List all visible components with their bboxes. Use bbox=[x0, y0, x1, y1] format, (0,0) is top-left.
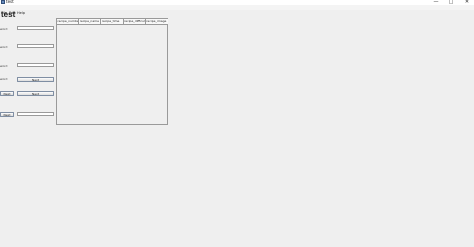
page-heading: test bbox=[1, 10, 16, 19]
next-button-row4[interactable]: Next bbox=[17, 77, 54, 82]
text-field-1[interactable] bbox=[17, 26, 54, 30]
next-button-row5-left[interactable]: Next bbox=[0, 91, 14, 96]
app-window: test — □ ✕ File Edit Help test word word… bbox=[0, 0, 474, 247]
form-label-4: word bbox=[0, 77, 8, 81]
column-header-recipe-difficulty[interactable]: recipe_difficulty bbox=[124, 19, 146, 24]
form-label-3: word bbox=[0, 64, 8, 68]
column-header-recipe-image[interactable]: recipe_image bbox=[146, 19, 168, 24]
column-header-recipe-number[interactable]: recipe_number bbox=[57, 19, 80, 24]
form-label-1: word bbox=[0, 27, 8, 31]
table-header: recipe_number recipe_name recipe_time re… bbox=[57, 19, 168, 25]
column-header-recipe-name[interactable]: recipe_name bbox=[79, 19, 102, 24]
text-field-3[interactable] bbox=[17, 63, 54, 67]
next-button-row5-right[interactable]: Next bbox=[17, 91, 54, 96]
text-field-2[interactable] bbox=[17, 44, 54, 48]
menu-bar: File Edit Help bbox=[0, 5, 474, 15]
next-button-row6[interactable]: Next bbox=[0, 112, 14, 117]
form-label-2: word bbox=[0, 45, 8, 49]
menu-help[interactable]: Help bbox=[17, 10, 25, 16]
column-header-recipe-time[interactable]: recipe_time bbox=[101, 19, 124, 24]
text-field-4[interactable] bbox=[17, 112, 54, 116]
app-icon bbox=[1, 0, 5, 4]
recipe-table[interactable]: recipe_number recipe_name recipe_time re… bbox=[56, 18, 168, 125]
